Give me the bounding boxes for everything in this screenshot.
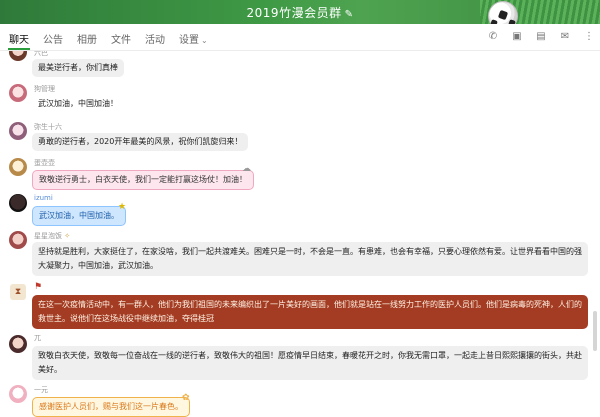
avatar[interactable] bbox=[9, 194, 27, 212]
message-bubble: 武汉加油，中国加油。 bbox=[32, 206, 126, 226]
chat-area[interactable]: 六巴 最美逆行者，你们真棒 狗管理 武汉加油，中国加油！ 弥生十六 勇敢的逆行者… bbox=[0, 51, 600, 417]
avatar[interactable] bbox=[9, 231, 27, 249]
chevron-down-icon: ⌄ bbox=[201, 36, 208, 45]
message-bubble: 在这一次疫情活动中，有一群人，他们为我们祖国的未来编织出了一片美好的画面，他们就… bbox=[32, 295, 588, 329]
pencil-icon[interactable]: ✎ bbox=[345, 9, 354, 20]
cloud-decoration-icon: ☁ bbox=[242, 164, 251, 174]
message-bubble: 最美逆行者，你们真棒 bbox=[32, 59, 124, 77]
sender-name-text: 星星泡饭 bbox=[34, 232, 62, 240]
scrollbar[interactable] bbox=[593, 311, 597, 351]
group-name: 2019竹漫会员群 bbox=[246, 6, 342, 20]
window-title: 2019竹漫会员群 ✎ bbox=[0, 4, 600, 21]
flag-decoration-icon: ⚑ bbox=[34, 282, 43, 292]
avatar[interactable] bbox=[9, 158, 27, 176]
avatar[interactable] bbox=[9, 122, 27, 140]
message-bubble: 致敬白衣天使，致敬每一位奋战在一线的逆行者，致敬伟大的祖国！愿疫情早日结束，春暖… bbox=[32, 346, 588, 380]
avatar[interactable]: ⧗ bbox=[10, 284, 26, 300]
message-bubble: 致敬逆行勇士，白衣天使，我们一定能打赢这场仗！加油！ bbox=[32, 170, 254, 190]
message-line: 致敬白衣天使，致敬每一位奋战在一线的逆行者，致敬伟大的祖国！愿疫情早日结束，春暖… bbox=[38, 351, 582, 360]
more-icon[interactable]: ⋮ bbox=[582, 30, 596, 44]
tab-activity[interactable]: 活动 bbox=[145, 31, 165, 46]
sender-name: 星星泡饭 ✧ bbox=[34, 232, 71, 240]
message-bubble: 勇敢的逆行者，2020开年最美的风景，祝你们凯旋归来！ bbox=[32, 133, 249, 151]
tab-album[interactable]: 相册 bbox=[77, 31, 97, 46]
tab-chat[interactable]: 聊天 bbox=[9, 31, 29, 46]
tab-bar: 聊天 公告 相册 文件 活动 设置 ⌄ ✆ ▣ ▤ ✉ ⋮ bbox=[0, 24, 600, 51]
tab-files[interactable]: 文件 bbox=[111, 31, 131, 46]
message-line: 大凝聚力，中国加油，武汉加油。 bbox=[38, 261, 158, 270]
phone-icon[interactable]: ✆ bbox=[486, 30, 500, 44]
tab-settings[interactable]: 设置 ⌄ bbox=[179, 31, 208, 46]
message-bubble: 坚持就是胜利，大家挺住了，在家没啥，我们一起共渡难关。困难只是一时，不会是一直。… bbox=[32, 242, 588, 276]
title-bar: 2019竹漫会员群 ✎ bbox=[0, 0, 600, 24]
tab-settings-label: 设置 bbox=[179, 35, 199, 46]
avatar[interactable] bbox=[9, 51, 27, 61]
sender-name: 一元 bbox=[34, 386, 48, 394]
sender-name: 蛋壶壶 bbox=[34, 159, 55, 167]
message-bubble: 感谢医护人员们，赐与我们这一片春色。 bbox=[32, 397, 190, 417]
screen-share-icon[interactable]: ▤ bbox=[534, 30, 548, 44]
sender-name: izumi bbox=[34, 194, 53, 202]
star-decoration-icon: ★ bbox=[118, 202, 127, 212]
message-bubble: 武汉加油，中国加油！ bbox=[38, 99, 118, 108]
group-icon[interactable]: ✉ bbox=[558, 30, 572, 44]
sender-name: 六巴 bbox=[34, 51, 48, 57]
message-line: 在这一次疫情活动中，有一群人，他们为我们祖国的未来编织出了一片美好的画面，他们就… bbox=[38, 300, 582, 309]
avatar[interactable] bbox=[9, 385, 27, 403]
sender-name: 狗管理 bbox=[34, 85, 55, 93]
message-line: 救世主。说他们在这场战役中继续加油，夺得桂冠 bbox=[38, 314, 214, 323]
message-line: 坚持就是胜利，大家挺住了，在家没啥，我们一起共渡难关。困难只是一时，不会是一直。… bbox=[38, 247, 582, 256]
flower-decoration-icon: ✿ bbox=[182, 393, 190, 403]
sender-name: 弥生十六 bbox=[34, 123, 62, 131]
sender-name: 兀 bbox=[34, 334, 41, 342]
avatar[interactable] bbox=[9, 84, 27, 102]
message-line: 美好。 bbox=[38, 365, 62, 374]
active-tab-indicator bbox=[8, 48, 30, 50]
avatar[interactable] bbox=[9, 335, 27, 353]
tab-announcement[interactable]: 公告 bbox=[43, 31, 63, 46]
video-icon[interactable]: ▣ bbox=[510, 30, 524, 44]
